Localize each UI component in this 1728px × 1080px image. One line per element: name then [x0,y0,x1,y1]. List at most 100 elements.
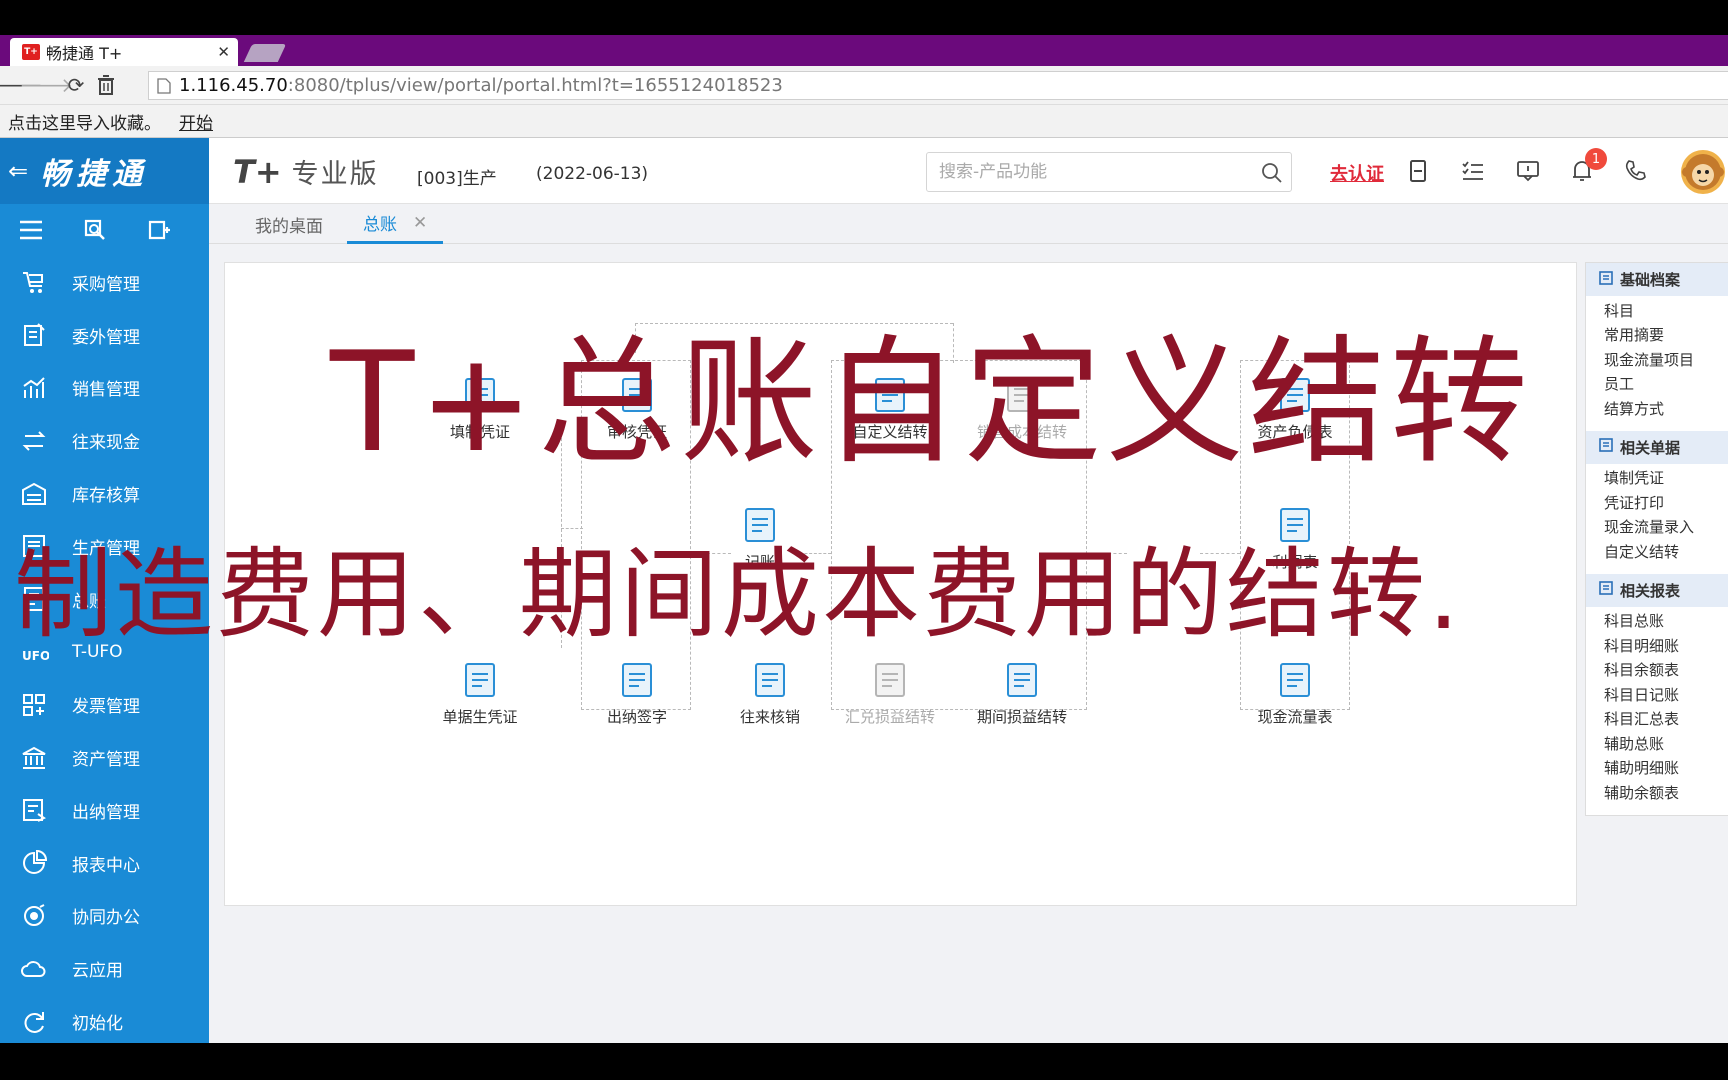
cashier-icon [18,796,50,824]
browser-tab[interactable]: T+ 畅捷通 T+ ✕ [10,38,238,66]
sidebar-item-0[interactable]: 采购管理 [0,256,209,309]
sidebar-tools [0,204,209,256]
flow-node[interactable]: 现金流量表 [1240,658,1350,727]
close-tab-icon[interactable]: ✕ [217,43,230,61]
panel-section-header[interactable]: 相关单据 [1586,430,1728,464]
monkey-avatar-icon [1682,154,1724,190]
bookmark-hint: 点击这里导入收藏。 [8,113,161,134]
message-icon[interactable] [1515,158,1541,184]
voucher-icon [1273,658,1317,702]
sidebar-item-label: 委外管理 [72,327,140,348]
panel-link[interactable]: 结算方式 [1604,396,1728,421]
user-avatar[interactable] [1681,150,1725,194]
panel-link[interactable]: 凭证打印 [1604,490,1728,515]
panel-link[interactable]: 现金流量录入 [1604,515,1728,540]
panel-section-list: 科目总账 科目明细账 科目余额表 科目日记账 科目汇总表 辅助总账 辅助明细账 辅助余额表 [1586,607,1728,815]
sidebar-item-12[interactable]: 协同办公 [0,890,209,943]
phone-icon[interactable] [1623,158,1649,184]
panel-link[interactable]: 科目余额表 [1604,658,1728,683]
panel-link[interactable]: 科目总账 [1604,609,1728,634]
panel-section-header[interactable]: 基础档案 [1586,263,1728,296]
sidebar-item-1[interactable]: 委外管理 [0,309,209,362]
new-tab-button[interactable] [243,44,287,62]
sidebar-item-3[interactable]: 往来现金 [0,414,209,467]
bottom-letterbox [0,1043,1728,1080]
panel-link[interactable]: 填制凭证 [1604,466,1728,491]
search-input[interactable] [927,153,1247,191]
url-path: :8080/tplus/view/portal/portal.html?t=16… [287,75,783,96]
add-shortcut-icon[interactable] [146,217,172,243]
exchange-icon [18,427,50,455]
header: T+ 专业版 [003]生产 (2022-06-13) 去认证 1 [209,138,1728,204]
menu-icon[interactable] [18,217,44,243]
flow-node-label: 单据生凭证 [442,708,518,726]
voucher-icon [748,658,792,702]
panel-section-list: 科目 常用摘要 现金流量项目 员工 结算方式 [1586,296,1728,431]
sidebar-item-2[interactable]: 销售管理 [0,362,209,415]
sidebar-item-10[interactable]: 出纳管理 [0,784,209,837]
browser-tab-bar: T+ 畅捷通 T+ ✕ [0,35,1728,66]
panel-link[interactable]: 常用摘要 [1604,323,1728,348]
certify-link[interactable]: 去认证 [1330,160,1384,186]
right-panel: 基础档案 科目 常用摘要 现金流量项目 员工 结算方式 相关单据 填制凭证 凭证打印 现金流量录入… [1585,262,1728,816]
panel-section-list: 填制凭证 凭证打印 现金流量录入 自定义结转 [1586,464,1728,574]
sidebar-item-9[interactable]: 资产管理 [0,731,209,784]
sidebar-item-8[interactable]: 发票管理 [0,678,209,731]
panel-link[interactable]: 自定义结转 [1604,539,1728,564]
calculator-icon[interactable] [1405,158,1431,184]
trash-icon[interactable] [92,71,120,99]
panel-link[interactable]: 辅助余额表 [1604,780,1728,805]
panel-link[interactable]: 现金流量项目 [1604,347,1728,372]
panel-link[interactable]: 辅助总账 [1604,731,1728,756]
sidebar-item-13[interactable]: 云应用 [0,942,209,995]
bookmark-start-link[interactable]: 开始 [179,109,213,134]
notification-badge: 1 [1585,148,1607,170]
tab-general-ledger[interactable]: 总账 ✕ [347,204,444,244]
login-date: (2022-06-13) [536,164,649,184]
reload-icon[interactable]: ⟳ [62,71,90,99]
panel-section-title: 相关报表 [1620,581,1681,600]
report-list-icon [1598,580,1620,600]
flow-node[interactable]: 往来核销 [715,658,825,727]
panel-link[interactable]: 科目日记账 [1604,682,1728,707]
task-list-icon[interactable] [1460,158,1486,184]
sidebar-item-label: 销售管理 [72,380,140,401]
sidebar-item-14[interactable]: 初始化 [0,995,209,1048]
panel-link[interactable]: 科目明细账 [1604,633,1728,658]
product-brand: T+ 专业版 [233,152,379,191]
browser-toolbar: 🡐 🡒 ⟳ 1.116.45.70:8080/tplus/view/portal… [0,66,1728,105]
brand-edition: 专业版 [291,159,379,190]
flow-node[interactable]: 期间损益结转 [967,658,1077,727]
sidebar-item-label: 协同办公 [72,908,140,929]
forward-icon[interactable]: 🡒 [19,71,73,99]
sidebar-item-label: 资产管理 [72,750,140,771]
search-function-icon[interactable] [82,217,108,243]
tab-general-ledger-label: 总账 [363,215,397,235]
panel-link[interactable]: 科目 [1604,298,1728,323]
address-bar[interactable]: 1.116.45.70:8080/tplus/view/portal/porta… [148,71,1728,100]
browser-tab-title: 畅捷通 T+ [46,44,123,63]
invoice-icon [18,691,50,719]
flow-node-label: 期间损益结转 [976,708,1067,726]
collapse-arrow-icon[interactable]: ⇐ [8,157,28,185]
voucher-icon [868,658,912,702]
pie-chart-icon [18,849,50,877]
flow-node[interactable]: 汇兑损益结转 [835,658,945,727]
flow-node[interactable]: 单据生凭证 [425,658,535,727]
flow-node[interactable]: 出纳签字 [582,658,692,727]
overlay-subtitle: 制造费用、期间成本费用的结转. [14,538,1463,652]
logo: 畅捷通 [40,157,149,192]
panel-link[interactable]: 辅助明细账 [1604,756,1728,781]
panel-link[interactable]: 科目汇总表 [1604,707,1728,732]
sidebar-item-11[interactable]: 报表中心 [0,837,209,890]
account-set[interactable]: [003]生产 [417,164,497,189]
panel-link[interactable]: 员工 [1604,372,1728,397]
sidebar-item-label: 库存核算 [72,486,140,507]
tab-my-desktop[interactable]: 我的桌面 [255,204,323,244]
panel-section-header[interactable]: 相关报表 [1586,573,1728,607]
close-tab-icon[interactable]: ✕ [413,213,427,233]
sidebar-item-4[interactable]: 库存核算 [0,467,209,520]
flow-node-label: 往来核销 [739,708,800,726]
sidebar-item-label: 采购管理 [72,274,140,295]
search-icon[interactable] [1261,162,1283,184]
